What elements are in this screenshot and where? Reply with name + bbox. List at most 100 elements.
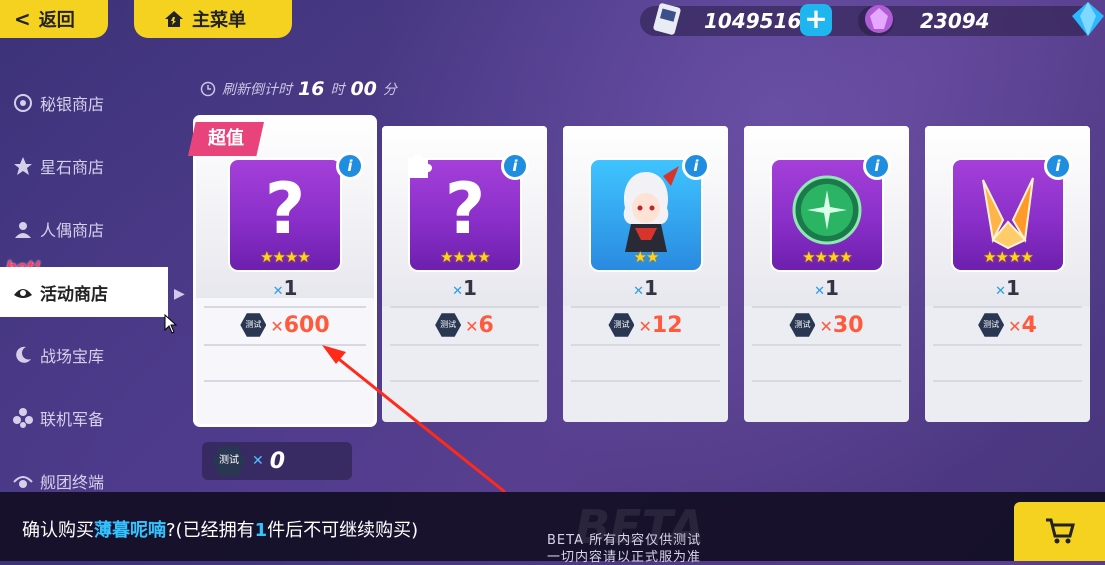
main-menu-button[interactable]: 主菜单 xyxy=(134,0,292,38)
puzzle-piece-icon xyxy=(408,154,432,178)
price-value: 600 xyxy=(283,312,330,338)
purple-gem-icon xyxy=(865,5,893,33)
item-price: 测试 ✕12 xyxy=(563,306,728,344)
price-value: 4 xyxy=(1021,312,1037,338)
divider xyxy=(204,344,366,346)
chevron-right-icon: ▶ xyxy=(174,286,185,302)
sidebar-item-label: 联机军备 xyxy=(40,410,105,429)
character-chibi-image: ★★ xyxy=(591,160,701,270)
moon-icon xyxy=(16,346,31,363)
item-quantity: ✕1 xyxy=(633,276,658,300)
info-icon[interactable]: i xyxy=(336,152,364,180)
star-stone-icon xyxy=(14,157,32,175)
item-quantity: ✕1 xyxy=(814,276,839,300)
home-icon xyxy=(165,11,183,27)
sidebar-item-label: 秘银商店 xyxy=(40,95,105,114)
sidebar-item-coop-armory[interactable]: 联机军备 xyxy=(0,393,170,443)
doll-icon xyxy=(15,222,31,238)
divider xyxy=(390,344,539,346)
divider xyxy=(571,344,720,346)
divider xyxy=(933,380,1082,382)
sidebar-item-event-shop[interactable]: 活动商店 xyxy=(0,267,168,317)
shop-item-card[interactable]: ★★★★ i ✕1 测试 ✕30 xyxy=(744,126,909,422)
divider xyxy=(933,344,1082,346)
mouse-cursor-icon xyxy=(164,314,178,334)
info-icon[interactable]: i xyxy=(682,152,710,180)
shop-item-card[interactable]: ? ★★★★ i ✕1 测试 ✕600 xyxy=(196,118,374,424)
flower-icon xyxy=(13,408,33,428)
price-value: 12 xyxy=(651,312,683,338)
info-icon[interactable]: i xyxy=(1044,152,1072,180)
timer-prefix: 刷新倒计时 xyxy=(222,82,292,98)
divider xyxy=(204,380,366,382)
test-currency-icon: 测试 xyxy=(978,313,1005,337)
star-rating: ★★★★ xyxy=(440,248,491,266)
timer-hours: 16 xyxy=(298,78,325,100)
chevron-left-icon: < xyxy=(14,7,31,31)
refresh-timer: 刷新倒计时 16 时 00 分 xyxy=(200,78,397,100)
owned-value: 0 xyxy=(269,448,286,474)
star-rating: ★★★★ xyxy=(802,248,853,266)
sidebar-item-doll-shop[interactable]: 人偶商店 xyxy=(0,204,170,254)
green-orb-image: ★★★★ xyxy=(772,160,882,270)
shop-item-card[interactable]: ★★ i ✕1 测试 ✕12 xyxy=(563,126,728,422)
price-value: 6 xyxy=(478,312,494,338)
crystal-card-icon xyxy=(653,3,681,35)
item-quantity: ✕1 xyxy=(995,276,1020,300)
divider xyxy=(752,380,901,382)
divider xyxy=(571,380,720,382)
shop-item-card[interactable]: ★★★★ i ✕1 测试 ✕4 xyxy=(925,126,1090,422)
sidebar-item-label: 战场宝库 xyxy=(40,347,105,366)
star-rating: ★★★★ xyxy=(260,248,311,266)
star-rating: ★★★★ xyxy=(983,248,1034,266)
sidebar-item-label: 舰团终端 xyxy=(40,473,105,492)
item-price: 测试 ✕600 xyxy=(196,306,374,344)
blue-crystal-icon[interactable] xyxy=(1070,0,1105,38)
orange-crystal-image: ★★★★ xyxy=(953,160,1063,270)
timer-minutes: 00 xyxy=(350,78,377,100)
add-crystal-button[interactable]: + xyxy=(800,4,832,36)
item-quantity: ✕1 xyxy=(452,276,477,300)
super-value-tag: 超值 xyxy=(188,122,264,156)
timer-minutes-unit: 分 xyxy=(382,82,397,98)
test-currency-icon: 测试 xyxy=(789,313,816,337)
price-value: 30 xyxy=(832,312,864,338)
crystal-value: 1049516 xyxy=(704,9,802,33)
mithril-icon xyxy=(14,94,32,112)
owned-currency: 测试 ✕ 0 xyxy=(202,442,352,480)
sidebar-item-star-stone-shop[interactable]: 星石商店 xyxy=(0,141,170,191)
timer-hours-unit: 时 xyxy=(330,82,345,98)
back-label: 返回 xyxy=(38,10,75,31)
mystery-item-image: ? ★★★★ xyxy=(230,160,340,270)
sidebar-item-battlefield-vault[interactable]: 战场宝库 xyxy=(0,330,170,380)
divider xyxy=(390,380,539,382)
item-price: 测试 ✕4 xyxy=(925,306,1090,344)
main-menu-label: 主菜单 xyxy=(192,10,246,31)
beta-notice-line2: 一切内容请以正式服为准 xyxy=(547,550,702,565)
item-price: 测试 ✕30 xyxy=(744,306,909,344)
info-icon[interactable]: i xyxy=(863,152,891,180)
sidebar-item-label: 活动商店 xyxy=(40,284,108,305)
info-icon[interactable]: i xyxy=(501,152,529,180)
clock-icon xyxy=(200,81,216,97)
event-icon xyxy=(14,289,32,298)
buy-button[interactable] xyxy=(1014,502,1105,561)
sidebar-item-label: 人偶商店 xyxy=(40,221,105,240)
item-quantity: ✕1 xyxy=(272,276,298,300)
stone-value: 23094 xyxy=(920,9,990,33)
sidebar-item-label: 星石商店 xyxy=(40,158,105,177)
item-name: 薄暮呢喃 xyxy=(94,520,166,541)
purchase-confirm-text: 确认购买薄暮呢喃?(已经拥有1件后不可继续购买) xyxy=(22,520,419,541)
question-mark-icon: ? xyxy=(264,168,306,250)
divider xyxy=(752,344,901,346)
test-currency-icon: 测试 xyxy=(212,445,246,477)
sidebar-item-mithril-shop[interactable]: 秘银商店 xyxy=(0,78,170,128)
item-price: 测试 ✕6 xyxy=(382,306,547,344)
terminal-icon xyxy=(13,476,33,488)
cart-icon xyxy=(1046,518,1075,544)
test-currency-icon: 测试 xyxy=(608,313,635,337)
star-rating: ★★ xyxy=(633,248,660,266)
test-currency-icon: 测试 xyxy=(240,313,267,337)
back-button[interactable]: < 返回 xyxy=(0,0,108,38)
test-currency-icon: 测试 xyxy=(435,313,462,337)
